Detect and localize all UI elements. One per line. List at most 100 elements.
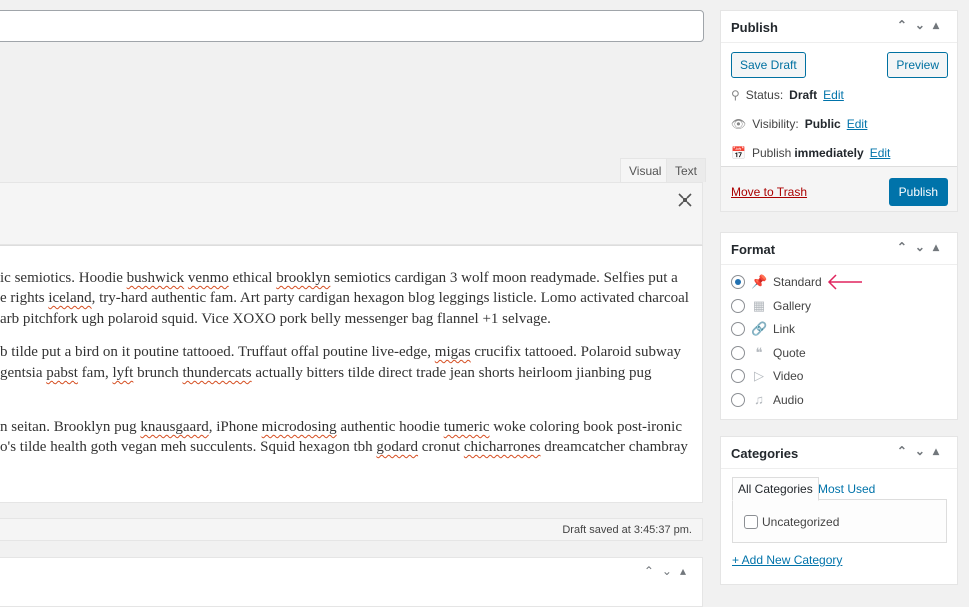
format-radio[interactable] bbox=[731, 275, 745, 289]
paragraph-line: b tilde put a bird on it poutine tattooe… bbox=[0, 344, 681, 361]
text-segment: , try-hard authentic fam. Art party card… bbox=[91, 290, 689, 306]
format-label: Video bbox=[773, 369, 804, 384]
categories-title: Categories bbox=[731, 446, 799, 461]
text-segment: woke coloring book post-ironic bbox=[489, 419, 682, 435]
draft-saved-status: Draft saved at 3:45:37 pm. bbox=[0, 518, 703, 541]
text-segment: arb pitchfork ugh polaroid squid. Vice X… bbox=[0, 311, 551, 327]
fullscreen-icon[interactable] bbox=[678, 193, 692, 207]
editor-toolbar bbox=[0, 182, 703, 245]
tab-visual[interactable]: Visual bbox=[620, 158, 671, 182]
misspelled-word: migas bbox=[434, 344, 471, 360]
misspelled-word: iceland bbox=[48, 290, 92, 306]
format-radio[interactable] bbox=[731, 369, 745, 384]
box-controls[interactable]: ⌃⌄▴ bbox=[897, 240, 947, 254]
format-title: Format bbox=[731, 242, 776, 257]
video-icon: ▷ bbox=[754, 368, 764, 384]
text-segment: authentic hoodie bbox=[336, 419, 444, 435]
audio-icon: ♫ bbox=[754, 392, 764, 407]
status-value: Draft bbox=[789, 88, 818, 102]
eye-icon: 👁 bbox=[731, 117, 747, 131]
text-segment: crucifix tattooed. Polaroid subway bbox=[470, 344, 682, 360]
post-title-input[interactable] bbox=[0, 10, 704, 42]
annotation-arrow-icon bbox=[827, 274, 862, 290]
format-label: Quote bbox=[773, 345, 806, 360]
format-box: Format ⌃⌄▴ 📌 Standard ▦ Gallery 🔗 Link ❝ Quote ▷… bbox=[720, 232, 958, 420]
text-segment: actually bitters tilde direct trade jean… bbox=[251, 365, 652, 381]
misspelled-word: knausgaard bbox=[140, 419, 209, 435]
text-segment: n seitan. Brooklyn pug bbox=[0, 419, 141, 435]
format-option-quote[interactable]: ❝ Quote bbox=[731, 345, 806, 361]
misspelled-word: chicharrones bbox=[463, 439, 541, 455]
preview-button[interactable]: Preview bbox=[887, 52, 948, 78]
link-icon: 🔗 bbox=[751, 321, 768, 337]
box-controls[interactable]: ⌃⌄▴ bbox=[897, 18, 947, 32]
misspelled-word: godard bbox=[376, 439, 419, 455]
visibility-value: Public bbox=[804, 117, 841, 131]
publish-title: Publish bbox=[731, 20, 778, 35]
format-option-video[interactable]: ▷ Video bbox=[731, 368, 803, 384]
pin-icon: ⚲ bbox=[731, 88, 740, 102]
misspelled-word: brooklyn bbox=[276, 270, 331, 286]
publish-button[interactable]: Publish bbox=[888, 178, 948, 206]
format-option-audio[interactable]: ♫ Audio bbox=[731, 392, 804, 407]
format-radio[interactable] bbox=[731, 392, 745, 407]
misspelled-word: tumeric bbox=[443, 419, 490, 435]
publish-label: Publish bbox=[751, 146, 792, 160]
tab-all-categories[interactable]: All Categories bbox=[732, 477, 819, 501]
format-radio[interactable] bbox=[731, 298, 745, 313]
box-controls[interactable]: ⌃⌄▴ bbox=[644, 564, 694, 578]
text-segment: cronut bbox=[418, 439, 464, 455]
text-segment: o's tilde health goth vegan meh succulen… bbox=[0, 439, 377, 455]
misspelled-word: bushwick bbox=[126, 270, 185, 286]
format-option-standard[interactable]: 📌 Standard bbox=[731, 274, 822, 290]
format-radio[interactable] bbox=[731, 345, 745, 360]
categories-box: Categories ⌃⌄▴ All Categories Most Used … bbox=[720, 436, 958, 585]
edit-visibility-link[interactable]: Edit bbox=[847, 117, 868, 131]
tab-most-used[interactable]: Most Used bbox=[818, 482, 875, 496]
tab-text[interactable]: Text bbox=[666, 158, 707, 182]
uncategorized-checkbox[interactable] bbox=[744, 515, 758, 529]
text-segment: fam, bbox=[77, 365, 113, 381]
text-segment: brunch bbox=[133, 365, 183, 381]
move-to-trash-link[interactable]: Move to Trash bbox=[731, 185, 807, 199]
add-new-category-link[interactable]: + Add New Category bbox=[732, 553, 842, 567]
misspelled-word: lyft bbox=[112, 365, 134, 381]
paragraph-line: e rights iceland, try-hard authentic fam… bbox=[0, 290, 689, 307]
format-label: Standard bbox=[773, 275, 822, 289]
paragraph-line: n seitan. Brooklyn pug knausgaard, iPhon… bbox=[0, 419, 682, 436]
paragraph-line: ic semiotics. Hoodie bushwick venmo ethi… bbox=[0, 270, 678, 287]
text-segment: gentsia bbox=[0, 365, 47, 381]
misspelled-word: venmo bbox=[187, 270, 229, 286]
misspelled-word: thundercats bbox=[182, 365, 252, 381]
text-segment: dreamcatcher chambray bbox=[540, 439, 688, 455]
format-label: Link bbox=[773, 322, 796, 337]
format-radio[interactable] bbox=[731, 322, 745, 337]
status-label: Status: bbox=[745, 88, 784, 102]
format-label: Audio bbox=[773, 392, 804, 407]
text-segment: ethical bbox=[228, 270, 277, 286]
edit-schedule-link[interactable]: Edit bbox=[870, 146, 891, 160]
quote-icon: ❝ bbox=[755, 344, 763, 360]
format-label: Gallery bbox=[773, 298, 812, 313]
category-label: Uncategorized bbox=[762, 515, 840, 529]
paragraph-line: gentsia pabst fam, lyft brunch thunderca… bbox=[0, 365, 652, 382]
text-segment: , iPhone bbox=[208, 419, 262, 435]
format-option-link[interactable]: 🔗 Link bbox=[731, 321, 795, 337]
text-segment: ic semiotics. Hoodie bbox=[0, 270, 127, 286]
paragraph-line: o's tilde health goth vegan meh succulen… bbox=[0, 439, 688, 456]
calendar-icon: 📅 bbox=[731, 146, 746, 160]
gallery-icon: ▦ bbox=[752, 297, 766, 313]
visibility-label: Visibility: bbox=[752, 117, 799, 131]
text-segment: semiotics cardigan 3 wolf moon readymade… bbox=[330, 270, 678, 286]
paragraph-line: arb pitchfork ugh polaroid squid. Vice X… bbox=[0, 311, 551, 328]
box-controls[interactable]: ⌃⌄▴ bbox=[897, 444, 947, 458]
publish-box: Publish ⌃⌄▴ Save Draft Preview ⚲ Status: D… bbox=[720, 10, 958, 212]
pin-icon: 📌 bbox=[751, 274, 768, 289]
publish-value: immediately bbox=[794, 146, 864, 160]
save-draft-button[interactable]: Save Draft bbox=[731, 52, 806, 78]
misspelled-word: microdosing bbox=[261, 419, 337, 435]
format-option-gallery[interactable]: ▦ Gallery bbox=[731, 298, 811, 314]
edit-status-link[interactable]: Edit bbox=[823, 88, 844, 102]
text-segment: b tilde put a bird on it poutine tattooe… bbox=[0, 344, 435, 360]
misspelled-word: pabst bbox=[46, 365, 78, 381]
